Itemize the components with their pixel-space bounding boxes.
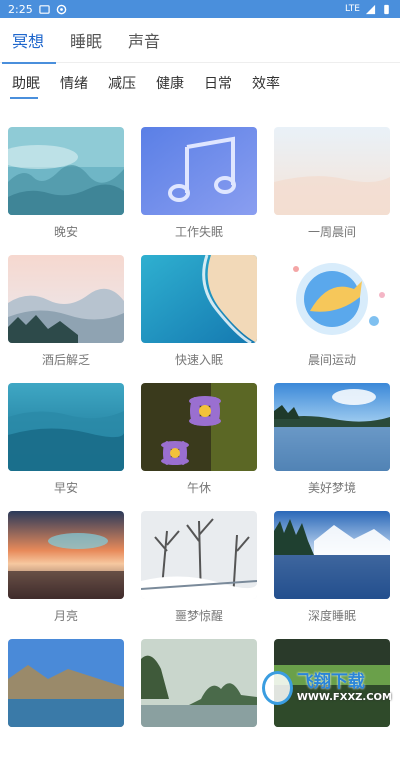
course-title: 酒后解乏	[42, 351, 90, 368]
course-thumbnail	[141, 127, 257, 215]
course-thumbnail	[141, 511, 257, 599]
course-card[interactable]: 晚安	[8, 127, 124, 255]
course-card[interactable]: 深度睡眠	[274, 511, 390, 639]
course-card[interactable]: 快速入眠	[141, 255, 257, 383]
course-thumbnail	[8, 511, 124, 599]
status-bar: 2:25 LTE	[0, 0, 400, 18]
course-thumbnail	[141, 639, 257, 727]
course-thumbnail	[8, 383, 124, 471]
course-card[interactable]: 一周晨间	[274, 127, 390, 255]
course-title: 深度睡眠	[308, 607, 356, 624]
course-card[interactable]	[141, 639, 257, 767]
category-efficiency[interactable]: 效率	[252, 73, 280, 93]
watermark-url: WWW.FXXZ.COM	[297, 692, 392, 703]
course-card[interactable]	[8, 639, 124, 767]
battery-icon	[381, 4, 392, 15]
watermark-logo: 飞翔下载 WWW.FXXZ.COM	[262, 668, 392, 708]
course-card[interactable]: 晨间运动	[274, 255, 390, 383]
category-mood[interactable]: 情绪	[60, 73, 88, 93]
course-card[interactable]: 酒后解乏	[8, 255, 124, 383]
category-stress[interactable]: 减压	[108, 73, 136, 93]
tab-sound[interactable]: 声音	[128, 28, 160, 62]
tab-sleep[interactable]: 睡眠	[70, 28, 102, 62]
course-card[interactable]: 月亮	[8, 511, 124, 639]
course-card[interactable]: 噩梦惊醒	[141, 511, 257, 639]
course-thumbnail	[8, 255, 124, 343]
course-thumbnail	[141, 255, 257, 343]
sync-icon	[56, 4, 67, 15]
category-daily[interactable]: 日常	[204, 73, 232, 93]
course-thumbnail	[274, 511, 390, 599]
category-bar: 助眠 情绪 减压 健康 日常 效率	[0, 63, 400, 103]
top-tabs: 冥想 睡眠 声音	[0, 18, 400, 62]
course-title: 一周晨间	[308, 223, 356, 240]
signal-icon	[365, 4, 376, 15]
course-title: 工作失眠	[175, 223, 223, 240]
course-thumbnail	[8, 639, 124, 727]
course-thumbnail	[274, 255, 390, 343]
course-title: 快速入眠	[175, 351, 223, 368]
tab-meditation[interactable]: 冥想	[12, 28, 44, 62]
status-time: 2:25	[8, 3, 33, 16]
category-health[interactable]: 健康	[156, 73, 184, 93]
course-title: 美好梦境	[308, 479, 356, 496]
course-card[interactable]: 工作失眠	[141, 127, 257, 255]
course-thumbnail	[274, 383, 390, 471]
course-thumbnail	[274, 127, 390, 215]
category-sleep-aid[interactable]: 助眠	[12, 73, 40, 93]
course-thumbnail	[8, 127, 124, 215]
course-title: 噩梦惊醒	[175, 607, 223, 624]
course-card[interactable]: 午休	[141, 383, 257, 511]
course-title: 晨间运动	[308, 351, 356, 368]
watermark-title: 飞翔下载	[297, 673, 392, 692]
course-title: 午休	[187, 479, 211, 496]
network-label: LTE	[345, 4, 360, 14]
course-card[interactable]: 早安	[8, 383, 124, 511]
course-card[interactable]: 美好梦境	[274, 383, 390, 511]
course-title: 早安	[54, 479, 78, 496]
course-thumbnail	[141, 383, 257, 471]
notification-icon	[39, 4, 50, 15]
watermark-icon	[262, 671, 293, 705]
course-title: 月亮	[54, 607, 78, 624]
course-title: 晚安	[54, 223, 78, 240]
